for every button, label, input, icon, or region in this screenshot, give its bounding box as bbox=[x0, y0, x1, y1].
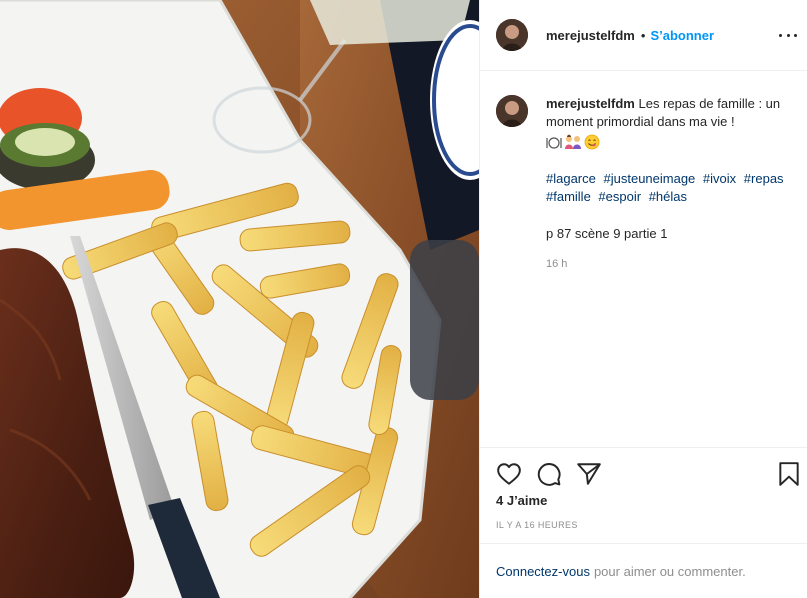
caption-avatar[interactable] bbox=[496, 95, 528, 127]
posted-time[interactable]: IL Y A 16 HEURES bbox=[496, 520, 578, 530]
comment-icon[interactable] bbox=[536, 461, 562, 487]
caption-body: merejustelfdm Les repas de famille : un … bbox=[546, 95, 796, 273]
more-dot bbox=[786, 33, 790, 37]
share-icon[interactable] bbox=[576, 461, 602, 487]
food-photo-illustration bbox=[0, 0, 479, 598]
avatar-image bbox=[496, 19, 528, 51]
bookmark-icon[interactable] bbox=[776, 461, 802, 487]
login-link[interactable]: Connectez-vous bbox=[496, 564, 590, 579]
more-dot bbox=[779, 33, 782, 37]
avatar-image bbox=[496, 95, 528, 127]
heart-icon[interactable] bbox=[496, 461, 522, 487]
login-prompt: Connectez-vous pour aimer ou commenter. bbox=[480, 543, 807, 598]
hashtag-link[interactable]: #repas bbox=[744, 171, 784, 186]
more-options-icon[interactable] bbox=[779, 26, 797, 44]
caption-emojis bbox=[546, 133, 796, 151]
hashtag-link[interactable]: #ivoix bbox=[703, 171, 736, 186]
hashtag-link[interactable]: #espoir bbox=[598, 189, 641, 204]
fork-knife-plate-emoji bbox=[546, 137, 562, 149]
caption-hashtags: #lagarce #justeuneimage #ivoix #repas #f… bbox=[546, 170, 796, 206]
family-emoji bbox=[565, 134, 581, 149]
header-username[interactable]: merejustelfdm bbox=[546, 28, 635, 43]
follow-button[interactable]: S’abonner bbox=[650, 28, 714, 43]
hashtag-link[interactable]: #hélas bbox=[649, 189, 687, 204]
hashtag-link[interactable]: #lagarce bbox=[546, 171, 596, 186]
header-separator: • bbox=[640, 27, 646, 43]
hashtag-link[interactable]: #famille bbox=[546, 189, 591, 204]
avatar[interactable] bbox=[496, 19, 528, 51]
post-sidebar: merejustelfdm • S’abonner merejustelfdm … bbox=[479, 0, 807, 598]
post-photo[interactable] bbox=[0, 0, 479, 598]
post-actions bbox=[480, 447, 807, 499]
caption-username[interactable]: merejustelfdm bbox=[546, 96, 635, 111]
yum-face-emoji bbox=[584, 134, 600, 150]
caption-scene-line: p 87 scène 9 partie 1 bbox=[546, 226, 668, 241]
caption-time-ago[interactable]: 16 h bbox=[546, 255, 796, 273]
post-header: merejustelfdm • S’abonner bbox=[480, 0, 807, 71]
hashtag-link[interactable]: #justeuneimage bbox=[604, 171, 696, 186]
likes-count[interactable]: 4 J’aime bbox=[496, 493, 547, 508]
login-prompt-text: pour aimer ou commenter. bbox=[593, 563, 746, 579]
caption-line: merejustelfdm Les repas de famille : un … bbox=[546, 95, 796, 131]
caption-comment: merejustelfdm Les repas de famille : un … bbox=[496, 95, 796, 273]
more-dot bbox=[794, 33, 797, 37]
